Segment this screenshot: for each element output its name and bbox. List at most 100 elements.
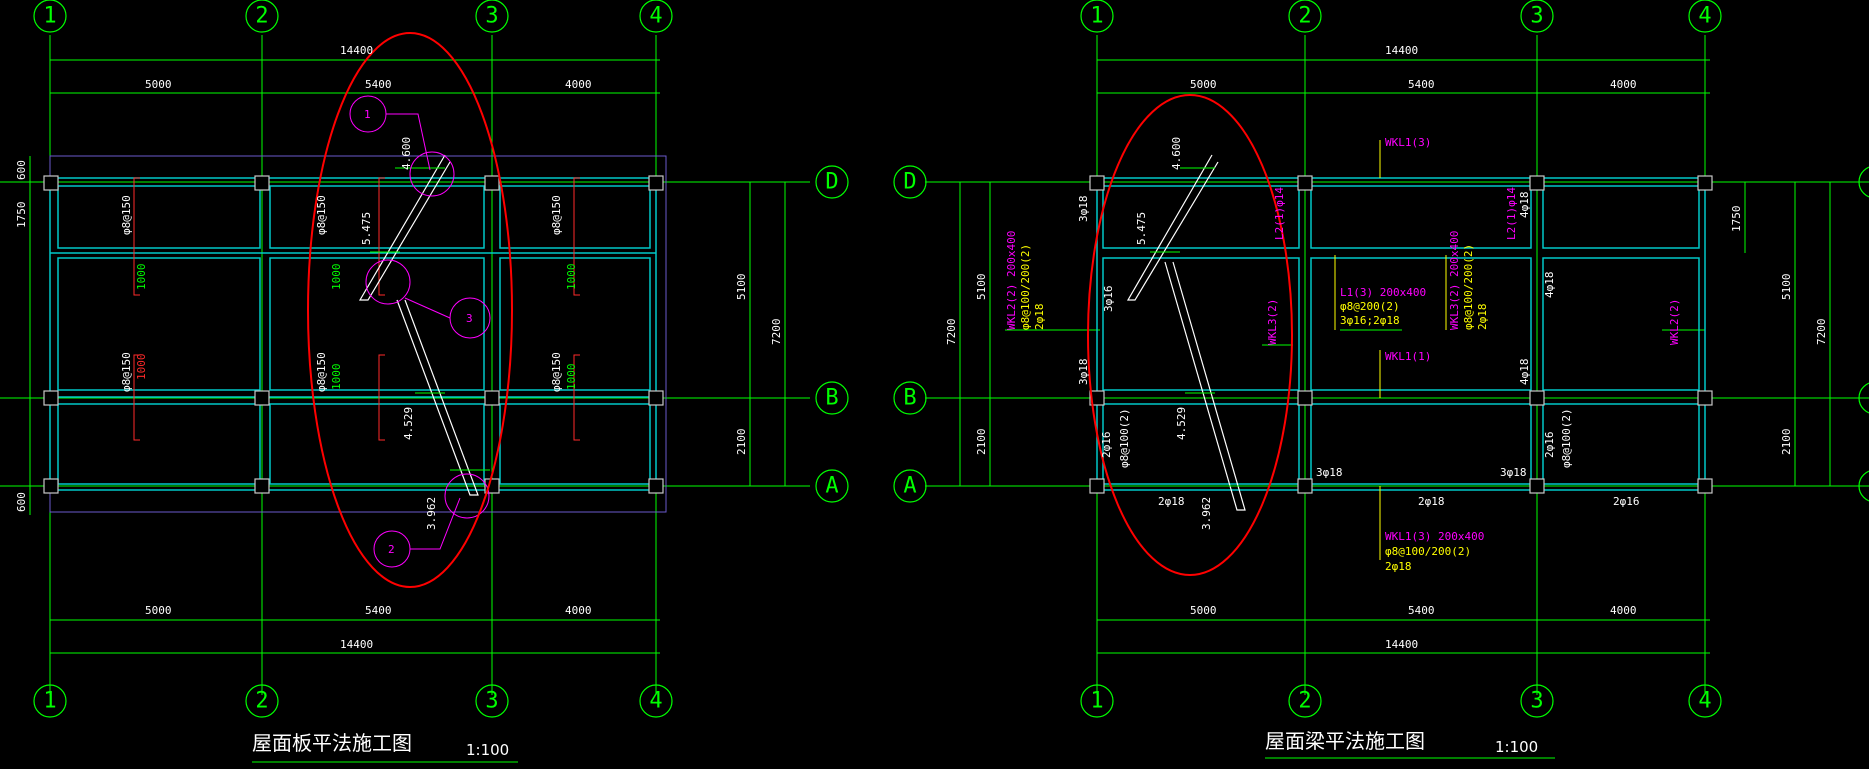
bar-label: φ8@100(2) <box>1560 408 1573 468</box>
bar-label: 2φ18 <box>1418 495 1445 508</box>
dim-left-2100: 2100 <box>975 429 988 456</box>
grid-label-3: 3 <box>485 4 498 29</box>
bar-label: φ8@100(2) <box>1118 408 1131 468</box>
dim-span-1-bottom: 5000 <box>145 604 172 617</box>
bar-label: 3φ16 <box>1102 286 1115 313</box>
dim-total-bottom: 14400 <box>1385 638 1418 651</box>
bar-label: 2φ16 <box>1543 432 1556 459</box>
row-label-d: D <box>825 170 838 195</box>
beam-label-wkl2-side: WKL2(2) <box>1668 299 1681 345</box>
dim-span-2-bottom: 5400 <box>365 604 392 617</box>
dim-span-2: 5400 <box>1408 78 1435 91</box>
dim-left-600b: 600 <box>15 492 28 512</box>
bar-label: 3φ18 <box>1316 466 1343 479</box>
dim-right-2100: 2100 <box>735 429 748 456</box>
grid-label-4-bottom: 4 <box>649 689 662 714</box>
beam-stirrup-wkl2: φ8@100/200(2) <box>1019 244 1032 330</box>
dim-span-3-bottom: 4000 <box>1610 604 1637 617</box>
beam-bars-wkl2: 2φ18 <box>1033 304 1046 331</box>
grid-label-2-bottom: 2 <box>1298 689 1311 714</box>
beam-label-l2: L2(1)φ14 <box>1505 187 1518 240</box>
row-label-d: D <box>903 170 916 195</box>
rebar-label: φ8@150 <box>550 352 563 392</box>
bar-label: 3φ18 <box>1077 359 1090 386</box>
rebar-length: 1000 <box>565 264 578 291</box>
grid-label-3-bottom: 3 <box>485 689 498 714</box>
rebar-length: 1000 <box>135 354 148 381</box>
rebar-length: 1000 <box>330 264 343 291</box>
row-label-a: A <box>825 474 838 499</box>
bar-label: 4φ18 <box>1518 359 1531 386</box>
row-label-a: A <box>903 474 916 499</box>
drawing-scale-left: 1:100 <box>466 741 509 759</box>
beam-label-wkl3-side: WKL3(2) <box>1266 299 1279 345</box>
drawing-title-left: 屋面板平法施工图 <box>252 731 412 755</box>
grid-label-2: 2 <box>1298 4 1311 29</box>
callout-2: 2 <box>388 543 395 556</box>
elevation-label: 4.600 <box>400 137 413 170</box>
elevation-label: 5.475 <box>360 212 373 245</box>
grid-label-4: 4 <box>649 4 662 29</box>
beam-stirrup-wkl3: φ8@100/200(2) <box>1462 244 1475 330</box>
dim-span-3: 4000 <box>1610 78 1637 91</box>
drawing-scale-right: 1:100 <box>1495 738 1538 756</box>
drawing-title-right: 屋面梁平法施工图 <box>1265 729 1425 753</box>
row-label-b: B <box>903 386 916 411</box>
dim-left-7200: 7200 <box>945 319 958 346</box>
callout-3: 3 <box>466 312 473 325</box>
grid-label-4: 4 <box>1698 4 1711 29</box>
beam-label-wkl1-top: WKL1(3) <box>1385 136 1431 149</box>
row-label-b: B <box>825 386 838 411</box>
beam-stirrup-wkl1-bottom: φ8@100/200(2) <box>1385 545 1471 558</box>
rebar-length: 1000 <box>135 264 148 291</box>
bar-label: 2φ18 <box>1158 495 1185 508</box>
elevation-label: 4.600 <box>1170 137 1183 170</box>
rebar-length: 1000 <box>330 364 343 391</box>
bar-label: 4φ18 <box>1518 192 1531 219</box>
dim-span-1-bottom: 5000 <box>1190 604 1217 617</box>
dim-span-1: 5000 <box>145 78 172 91</box>
grid-label-2: 2 <box>255 4 268 29</box>
rebar-label: φ8@150 <box>550 195 563 235</box>
dim-total-bottom: 14400 <box>340 638 373 651</box>
dim-span-2-bottom: 5400 <box>1408 604 1435 617</box>
beam-label-wkl1-mid: WKL1(1) <box>1385 350 1431 363</box>
beam-label-wkl2: WKL2(2) 200x400 <box>1005 231 1018 330</box>
dim-left-5100: 5100 <box>975 274 988 301</box>
rebar-label: φ8@150 <box>315 195 328 235</box>
dim-right-5100: 5100 <box>1780 274 1793 301</box>
bar-label: 4φ18 <box>1543 272 1556 299</box>
elevation-label: 3.962 <box>1200 497 1213 530</box>
callout-1: 1 <box>364 108 371 121</box>
rebar-label: φ8@150 <box>120 195 133 235</box>
dim-right-5100: 5100 <box>735 274 748 301</box>
dim-total-top: 14400 <box>340 44 373 57</box>
cad-drawing-canvas: 1 2 3 4 1 2 3 4 D B A 14400 5000 5400 40… <box>0 0 1869 769</box>
grid-label-1-bottom: 1 <box>43 689 56 714</box>
dim-total-top: 14400 <box>1385 44 1418 57</box>
dim-right-7200: 7200 <box>770 319 783 346</box>
dim-right-7200: 7200 <box>1815 319 1828 346</box>
dim-span-3: 4000 <box>565 78 592 91</box>
grid-label-1-bottom: 1 <box>1090 689 1103 714</box>
dim-span-2: 5400 <box>365 78 392 91</box>
grid-label-2-bottom: 2 <box>255 689 268 714</box>
bar-label: 3φ18 <box>1077 196 1090 223</box>
beam-bars-l1: 3φ16;2φ18 <box>1340 314 1400 327</box>
beam-bars-wkl1-bottom: 2φ18 <box>1385 560 1412 573</box>
beam-stirrup-l1: φ8@200(2) <box>1340 300 1400 313</box>
dim-right-1750: 1750 <box>1730 206 1743 233</box>
grid-label-3-bottom: 3 <box>1530 689 1543 714</box>
bar-label: 2φ16 <box>1100 432 1113 459</box>
elevation-label: 5.475 <box>1135 212 1148 245</box>
dim-left-1750: 1750 <box>15 202 28 229</box>
rebar-label: φ8@150 <box>120 352 133 392</box>
elevation-label: 4.529 <box>402 407 415 440</box>
grid-label-1: 1 <box>1090 4 1103 29</box>
grid-label-1: 1 <box>43 4 56 29</box>
bar-label: 3φ18 <box>1500 466 1527 479</box>
beam-label-wkl1-bottom: WKL1(3) 200x400 <box>1385 530 1484 543</box>
grid-label-3: 3 <box>1530 4 1543 29</box>
beam-label-l2: L2(1)φ14 <box>1273 187 1286 240</box>
beam-bars-wkl3: 2φ18 <box>1476 304 1489 331</box>
